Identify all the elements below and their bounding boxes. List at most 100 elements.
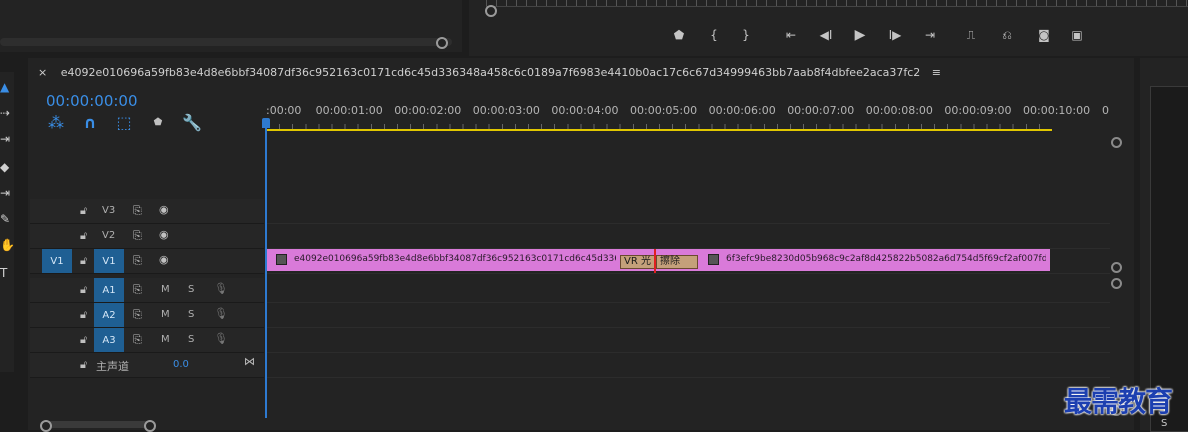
- microphone-icon[interactable]: 🎙︎: [214, 332, 228, 345]
- razor-tool-icon[interactable]: ◆: [0, 160, 12, 180]
- eye-icon[interactable]: ◉: [159, 203, 169, 216]
- go-to-out-icon[interactable]: ⇥: [920, 26, 940, 44]
- mute-button[interactable]: M: [161, 309, 170, 320]
- track-header-v1: V1 V1 🔓︎ ⎘ ◉: [30, 249, 264, 274]
- track-header-v3: 🔓︎ V3 ⎘ ◉: [30, 199, 264, 224]
- track-target-v1[interactable]: V1: [94, 249, 124, 273]
- vertical-scroll-handle[interactable]: [1111, 262, 1122, 273]
- source-scrollbar[interactable]: [0, 38, 452, 46]
- sync-lock-icon[interactable]: ⎘: [133, 333, 142, 347]
- microphone-icon[interactable]: 🎙︎: [214, 307, 228, 320]
- sync-lock-icon[interactable]: ⎘: [133, 204, 142, 218]
- extract-icon[interactable]: ⎌: [997, 26, 1017, 44]
- lock-icon[interactable]: 🔓︎: [80, 308, 87, 322]
- linked-selection-icon[interactable]: ⬚: [116, 113, 132, 132]
- ruler-tick-label: 0: [1102, 104, 1109, 117]
- track-row-a2[interactable]: [266, 303, 1110, 328]
- lock-icon[interactable]: 🔓︎: [80, 333, 87, 347]
- step-forward-icon[interactable]: I▶: [885, 26, 905, 44]
- sequence-tab[interactable]: × e4092e010696a59fb83e4d8e6bbf34087df36c…: [38, 66, 941, 79]
- slip-tool-icon[interactable]: ⇥: [0, 186, 12, 206]
- bowtie-icon[interactable]: ⋈: [244, 355, 255, 368]
- ruler-tick-label: 00:00:07:00: [787, 104, 855, 117]
- snap-icon[interactable]: ∩: [82, 113, 98, 132]
- scroll-handle[interactable]: [436, 37, 448, 49]
- work-area-bar[interactable]: [266, 129, 1052, 131]
- eye-icon[interactable]: ◉: [159, 228, 169, 241]
- mute-button[interactable]: M: [161, 284, 170, 295]
- lock-icon[interactable]: 🔓︎: [80, 229, 87, 243]
- ruler-tick-label: 00:00:04:00: [551, 104, 619, 117]
- master-track-name: 主声道: [96, 360, 129, 373]
- track-header-v2: 🔓︎ V2 ⎘ ◉: [30, 224, 264, 249]
- go-to-in-icon[interactable]: ⇤: [781, 26, 801, 44]
- scroll-handle[interactable]: [40, 420, 52, 432]
- add-marker-icon[interactable]: ⬟: [150, 114, 166, 130]
- clip-name-right: 6f3efc9be8230d05b968c9c2af8d425822b5082a…: [726, 254, 1046, 264]
- vertical-scroll-handle[interactable]: [1111, 278, 1122, 289]
- lock-icon[interactable]: 🔓︎: [80, 204, 87, 218]
- marker-icon[interactable]: ⬟: [669, 26, 689, 44]
- timeline-horizontal-scrollbar[interactable]: [40, 421, 156, 428]
- solo-button[interactable]: S: [188, 309, 194, 320]
- ruler-tick-label: 00:00:06:00: [708, 104, 776, 117]
- lift-icon[interactable]: ⎍: [961, 26, 981, 44]
- fx-badge-icon: [708, 254, 719, 265]
- close-tab-icon[interactable]: ×: [38, 66, 47, 79]
- sync-lock-icon[interactable]: ⎘: [133, 308, 142, 322]
- playhead-timecode[interactable]: 00:00:00:00: [46, 92, 138, 110]
- source-patch-v1[interactable]: V1: [42, 249, 72, 273]
- ripple-edit-tool-icon[interactable]: ⇥: [0, 132, 12, 152]
- mark-out-icon[interactable]: }: [736, 26, 756, 44]
- program-zoom-handle[interactable]: [485, 5, 497, 17]
- transition-left[interactable]: VR 光: [620, 255, 656, 269]
- type-tool-icon[interactable]: T: [0, 266, 12, 286]
- edit-point[interactable]: [654, 249, 656, 273]
- play-icon[interactable]: ▶: [850, 26, 870, 44]
- timeline-settings-icon[interactable]: 🔧: [182, 113, 202, 132]
- panel-menu-icon[interactable]: ≡: [932, 66, 941, 79]
- export-frame-icon[interactable]: ◙: [1034, 26, 1054, 44]
- scroll-handle[interactable]: [144, 420, 156, 432]
- microphone-icon[interactable]: 🎙︎: [214, 282, 228, 295]
- track-row-a3[interactable]: [266, 328, 1110, 353]
- track-header-a2: 🔓︎ A2 ⎘ M S 🎙︎: [30, 303, 264, 328]
- hand-tool-icon[interactable]: ✋: [0, 238, 15, 258]
- master-volume-value[interactable]: 0.0: [173, 359, 189, 370]
- ruler-tick-label: 00:00:01:00: [315, 104, 383, 117]
- compare-icon[interactable]: ▣: [1067, 26, 1087, 44]
- track-select-tool-icon[interactable]: ⇢: [0, 106, 12, 126]
- track-row-v3[interactable]: [266, 199, 1110, 224]
- program-time-ruler[interactable]: [486, 0, 1188, 7]
- step-back-icon[interactable]: ◀I: [816, 26, 836, 44]
- sequence-tab-title[interactable]: e4092e010696a59fb83e4d8e6bbf34087df36c95…: [61, 66, 921, 79]
- lock-icon[interactable]: 🔓︎: [80, 358, 87, 372]
- track-target-a1[interactable]: A1: [94, 278, 124, 302]
- sync-lock-icon[interactable]: ⎘: [133, 229, 142, 243]
- solo-button[interactable]: S: [188, 334, 194, 345]
- nest-toggle-icon[interactable]: ⁂: [48, 113, 64, 132]
- track-row-master[interactable]: [266, 353, 1110, 378]
- transition-right[interactable]: 擦除: [656, 255, 698, 269]
- sync-lock-icon[interactable]: ⎘: [133, 254, 142, 268]
- playhead-line[interactable]: [265, 126, 267, 418]
- track-row-a1[interactable]: [266, 278, 1110, 303]
- track-target-a2[interactable]: A2: [94, 303, 124, 327]
- mute-button[interactable]: M: [161, 334, 170, 345]
- mark-in-icon[interactable]: {: [704, 26, 724, 44]
- track-name[interactable]: V3: [102, 205, 115, 216]
- lock-icon[interactable]: 🔓︎: [80, 283, 87, 297]
- selection-tool-icon[interactable]: ▲: [0, 80, 12, 100]
- video-clip[interactable]: e4092e010696a59fb83e4d8e6bbf34087df36c95…: [266, 249, 1050, 271]
- eye-icon[interactable]: ◉: [159, 253, 169, 266]
- vertical-scroll-top-handle[interactable]: [1111, 137, 1122, 148]
- lock-icon[interactable]: 🔓︎: [80, 254, 87, 268]
- track-name[interactable]: V2: [102, 230, 115, 241]
- track-target-a3[interactable]: A3: [94, 328, 124, 352]
- watermark-logo: 最需教育: [1064, 385, 1173, 418]
- ruler-tick-label: 00:00:05:00: [630, 104, 698, 117]
- sync-lock-icon[interactable]: ⎘: [133, 283, 142, 297]
- track-row-v2[interactable]: [266, 224, 1110, 249]
- solo-button[interactable]: S: [188, 284, 194, 295]
- pen-tool-icon[interactable]: ✎: [0, 212, 12, 232]
